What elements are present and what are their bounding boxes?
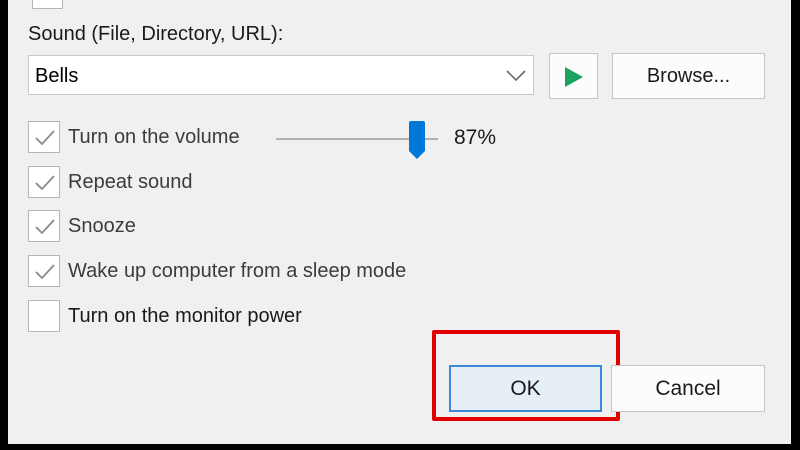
checkbox-wake-up-computer[interactable] (28, 255, 60, 287)
sound-label: Sound (File, Directory, URL): (28, 23, 284, 45)
play-icon (565, 67, 583, 87)
checkmark-icon (35, 175, 55, 191)
volume-slider[interactable] (276, 121, 438, 161)
browse-button[interactable]: Browse... (612, 53, 765, 99)
label-repeat-sound: Repeat sound (68, 171, 193, 193)
label-wake-up-computer: Wake up computer from a sleep mode (68, 260, 407, 282)
checkmark-icon (35, 130, 55, 146)
chevron-down-icon (506, 70, 526, 82)
label-turn-on-monitor-power: Turn on the monitor power (68, 305, 302, 327)
sound-combobox[interactable]: Bells (28, 55, 534, 95)
highlight-box (432, 330, 620, 421)
cancel-button[interactable]: Cancel (611, 365, 765, 412)
play-sound-button[interactable] (549, 53, 598, 99)
alarm-sound-dialog: Sound (File, Directory, URL): Bells Brow… (8, 0, 791, 444)
slider-thumb[interactable] (407, 121, 427, 161)
volume-percent: 87% (454, 126, 497, 149)
label-snooze: Snooze (68, 215, 136, 237)
checkbox-repeat-sound[interactable] (28, 166, 60, 198)
checkbox-turn-on-volume[interactable] (28, 121, 60, 153)
checkbox-turn-on-monitor-power[interactable] (28, 300, 60, 332)
checkmark-icon (35, 219, 55, 235)
clipped-checkbox[interactable] (32, 0, 63, 9)
label-turn-on-volume: Turn on the volume (68, 126, 240, 148)
sound-selected-value: Bells (35, 65, 79, 87)
checkmark-icon (35, 264, 55, 280)
checkbox-snooze[interactable] (28, 210, 60, 242)
